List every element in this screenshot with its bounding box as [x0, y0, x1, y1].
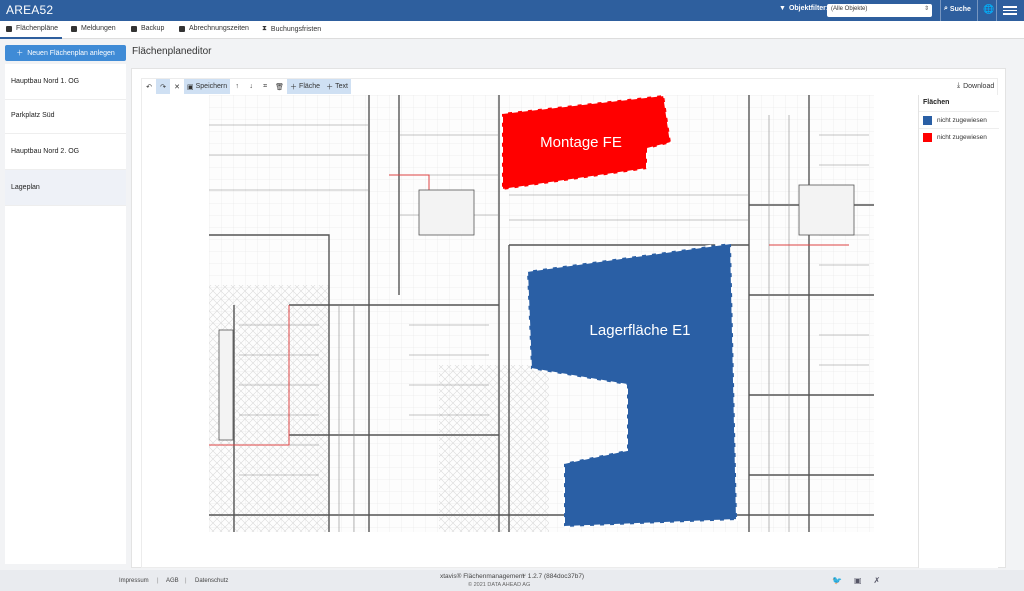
footer-link-datenschutz[interactable]: Datenschutz [195, 578, 228, 584]
add-text-button[interactable]: ＋ Text [323, 79, 351, 94]
tab-buchungsfristen[interactable]: ⧗ Buchungsfristen [262, 25, 321, 33]
trash-icon: 🗑 [275, 83, 285, 91]
move-down-button[interactable]: ↓ [244, 79, 259, 94]
download-button[interactable]: ⤓ Download [957, 82, 994, 90]
area-label: Montage FE [540, 134, 622, 151]
tab-flaechenplaene[interactable]: Flächenpläne [6, 25, 58, 32]
hamburger-menu-button[interactable] [1003, 4, 1019, 16]
document-icon [179, 25, 185, 32]
divider [996, 0, 997, 21]
color-swatch [923, 115, 932, 125]
search-button[interactable]: ⌕ Suche [944, 5, 971, 13]
message-icon [71, 25, 77, 32]
undo-button[interactable]: ↶ [142, 79, 156, 94]
areas-list-title: Flächen [923, 99, 950, 106]
globe-icon[interactable]: 🌐 [983, 4, 994, 15]
search-icon: ⌕ [944, 5, 948, 12]
plan-item-selected[interactable]: Lageplan [5, 170, 126, 206]
plan-item[interactable]: Hauptbau Nord 2. OG [5, 134, 126, 170]
plus-icon: ＋ [290, 83, 298, 91]
download-icon: ⤓ [957, 82, 961, 89]
product-name: xtavis® Flächenmanagement [440, 573, 525, 580]
crop-button[interactable]: ⌗ [258, 79, 273, 94]
object-filter-select[interactable]: (Alle Objekte) ⇕ [827, 4, 932, 17]
plan-item[interactable]: Parkplatz Süd [5, 98, 126, 134]
footer-link-impressum[interactable]: Impressum [119, 578, 149, 584]
copyright: © 2021 DATA AHEAD AG [468, 582, 531, 588]
stack-icon [6, 25, 12, 32]
save-button[interactable]: ▣ Speichern [184, 79, 231, 94]
cancel-button[interactable]: ✕ [170, 79, 184, 94]
area-label: Lagerfläche E1 [590, 322, 691, 339]
plan-list: Hauptbau Nord 1. OG Parkplatz Süd Hauptb… [5, 64, 126, 564]
undo-icon: ↶ [146, 83, 152, 91]
hourglass-icon: ⧗ [262, 25, 267, 32]
tab-backup[interactable]: Backup [131, 25, 164, 32]
plus-icon: ＋ [16, 50, 24, 57]
footer-link-agb[interactable]: AGB [166, 578, 179, 584]
filter-icon: ▼ [779, 5, 786, 12]
crop-icon: ⌗ [263, 82, 268, 90]
areas-list: Flächen nicht zugewiesen nicht zugewiese… [918, 95, 999, 568]
arrow-down-icon: ↓ [249, 83, 253, 90]
chevron-updown-icon: ⇕ [923, 6, 929, 12]
add-area-button[interactable]: ＋ Fläche [287, 79, 324, 94]
color-swatch [923, 132, 932, 142]
version-info: ⑂ 1.2.7 (884doc37b7) [522, 573, 585, 580]
page-title: Flächenplaneditor [132, 46, 212, 57]
move-up-button[interactable]: ↑ [230, 79, 245, 94]
tab-meldungen[interactable]: Meldungen [71, 25, 116, 32]
git-branch-icon: ⑂ [522, 573, 526, 580]
arrow-up-icon: ↑ [235, 83, 239, 90]
top-navigation-bar: AREA52 ▼ Objektfilter: (Alle Objekte) ⇕ … [0, 0, 1024, 21]
area-list-item[interactable]: nicht zugewiesen [919, 128, 999, 145]
divider [940, 0, 941, 21]
footer: Impressum | AGB | Datenschutz xtavis® Fl… [0, 570, 1024, 591]
active-tab-indicator [0, 37, 62, 39]
new-plan-button[interactable]: ＋ Neuen Flächenplan anlegen [5, 45, 126, 61]
delete-button[interactable]: 🗑 [272, 79, 288, 94]
floorplan-canvas[interactable]: Montage FE Lagerfläche E1 [209, 95, 874, 532]
twitter-icon[interactable]: 🐦 [832, 576, 842, 585]
xing-icon[interactable]: ✗ [874, 576, 881, 585]
main-tabs: Flächenpläne Meldungen Backup Abrechnung… [0, 21, 1024, 39]
app-title[interactable]: AREA52 [6, 3, 53, 17]
divider [977, 0, 978, 21]
social-links: 🐦 ▣ ✗ [832, 576, 880, 585]
close-icon: ✕ [174, 83, 180, 91]
save-icon: ▣ [187, 83, 194, 91]
linkedin-icon[interactable]: ▣ [854, 576, 862, 585]
redo-icon: ↷ [160, 83, 166, 91]
area-list-item[interactable]: nicht zugewiesen [919, 111, 999, 128]
hatched-area [439, 365, 549, 532]
redo-button[interactable]: ↷ [156, 79, 170, 94]
editor-toolbar: ↶ ↷ ✕ ▣ Speichern ↑ ↓ ⌗ 🗑 ＋ Fläche ＋ Tex… [142, 79, 351, 94]
object-filter-label: ▼ Objektfilter: [779, 5, 829, 12]
tab-abrechnungszeiten[interactable]: Abrechnungszeiten [179, 25, 249, 32]
plus-icon: ＋ [326, 83, 334, 91]
plan-item[interactable]: Hauptbau Nord 1. OG [5, 64, 126, 100]
database-icon [131, 25, 137, 32]
